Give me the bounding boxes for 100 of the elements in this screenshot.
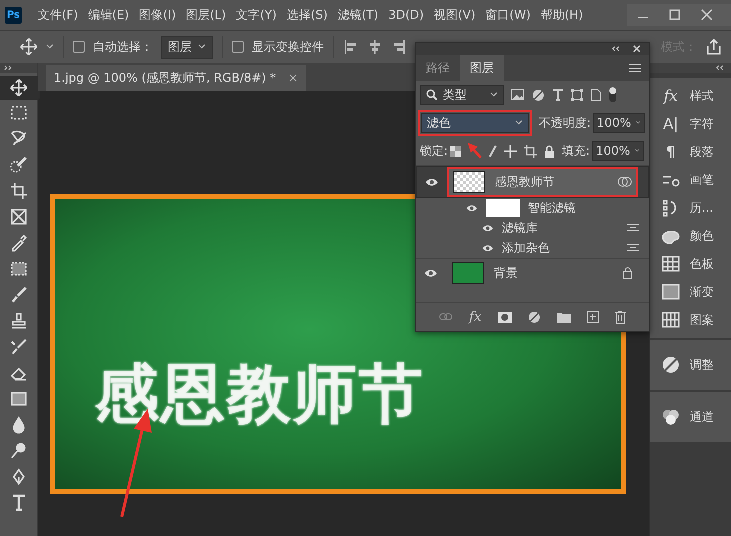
panel-glyph: ¶ (666, 143, 676, 161)
opacity-field[interactable]: 100% (593, 113, 646, 133)
layer-thumbnail (452, 262, 484, 284)
layer-name: 智能滤镜 (528, 200, 577, 216)
panel-button[interactable]: 图案 (650, 306, 731, 334)
caret-icon[interactable] (46, 44, 54, 50)
visibility-icon[interactable] (425, 178, 439, 186)
panel-tab[interactable]: 路径 (416, 55, 460, 81)
align-left-icon[interactable] (343, 39, 359, 55)
move-icon[interactable] (20, 38, 38, 56)
lock-transparency-icon[interactable] (450, 146, 462, 156)
brush-lock-icon[interactable] (489, 144, 498, 158)
caret-icon (636, 120, 642, 126)
align-center-icon[interactable] (367, 39, 383, 55)
menu-item[interactable]: 视图(V) (430, 6, 482, 24)
menu-item[interactable]: 选择(S) (282, 6, 334, 24)
crop-tool-icon (8, 181, 28, 201)
panel-button[interactable]: 画笔 (650, 166, 731, 194)
blending-options-icon[interactable] (627, 244, 639, 252)
share-icon[interactable] (705, 38, 723, 56)
filter-name: 滤镜库 (502, 220, 539, 236)
menu-icon[interactable] (629, 64, 641, 72)
opacity-label: 不透明度: (539, 114, 592, 132)
menu-item[interactable]: 3D(D) (384, 8, 430, 22)
document-tab[interactable]: 1.jpg @ 100% (感恩教师节, RGB/8#) * × (46, 65, 306, 91)
menu-item[interactable]: 编辑(E) (84, 6, 136, 24)
menu-item[interactable]: 帮助(H) (536, 6, 590, 24)
artboard-lock-icon[interactable] (524, 144, 538, 158)
fill-label: 填充: (562, 142, 590, 160)
layer-row[interactable]: 滤镜库 (416, 218, 649, 238)
visibility-icon[interactable] (466, 204, 478, 212)
panel-tab[interactable]: 图层 (460, 55, 504, 81)
menu-item[interactable]: 窗口(W) (482, 6, 537, 24)
panel-button[interactable]: ¶ 段落 (650, 138, 731, 166)
filter-mask-thumbnail (486, 199, 520, 217)
filter-name: 添加杂色 (502, 240, 551, 256)
close-icon[interactable] (633, 45, 641, 53)
panel-button[interactable]: fx 样式 (650, 82, 731, 110)
panel-button[interactable]: A| 字符 (650, 110, 731, 138)
tab-close-button[interactable]: × (288, 71, 298, 85)
swatches-panel-icon (661, 255, 681, 273)
layer-thumbnail (453, 171, 485, 193)
menu-item[interactable]: 文件(F) (34, 6, 84, 24)
align-right-icon[interactable] (391, 39, 407, 55)
panel-button[interactable]: 色板 (650, 250, 731, 278)
filter-dropdown[interactable]: 类型 (420, 85, 504, 105)
smart-filter-icon[interactable] (618, 176, 632, 188)
blend-mode-dropdown[interactable]: 滤色 (421, 113, 529, 133)
smart-object-filter-icon[interactable] (591, 88, 602, 102)
menu-item[interactable]: 图像(I) (135, 6, 182, 24)
fill-field[interactable]: 100% (592, 141, 644, 161)
menu-item[interactable]: 滤镜(T) (334, 6, 385, 24)
checkbox[interactable] (232, 41, 244, 53)
menu-item[interactable]: 文字(Y) (232, 6, 283, 24)
expand-icon[interactable] (4, 65, 14, 71)
shape-filter-icon[interactable] (571, 88, 584, 102)
mask-icon[interactable] (498, 312, 512, 322)
auto-select-label: 自动选择： (93, 38, 153, 56)
frame-tool-icon (8, 207, 28, 227)
toggle-icon[interactable] (609, 87, 617, 103)
new-layer-icon[interactable] (586, 311, 599, 323)
visibility-icon[interactable] (424, 268, 438, 278)
menu-item[interactable]: 图层(L) (182, 6, 232, 24)
checkbox[interactable] (73, 41, 85, 53)
layer-row[interactable]: 背景 (416, 258, 649, 287)
move-lock-icon[interactable] (504, 144, 518, 158)
adjustment-filter-icon[interactable] (532, 88, 545, 102)
collapse-icon[interactable] (715, 65, 725, 71)
chalk-text: 感恩教师节 (95, 356, 425, 434)
annotation-arrow (468, 143, 482, 159)
collapse-icon[interactable] (611, 46, 621, 52)
panel-button[interactable]: 颜色 (650, 222, 731, 250)
layer-row[interactable]: 添加杂色 (416, 238, 649, 258)
tool-button[interactable] (0, 76, 40, 100)
layer-row[interactable]: 感恩教师节 (416, 166, 649, 198)
blending-options-icon[interactable] (627, 224, 639, 232)
folder-icon[interactable] (556, 312, 571, 322)
pattern-panel-icon (661, 311, 681, 329)
show-transform-label: 显示变换控件 (252, 38, 324, 56)
adjustment-layer-icon[interactable] (528, 310, 541, 324)
maximize-icon[interactable] (669, 9, 681, 21)
gradient-panel-icon (661, 283, 681, 301)
target-dropdown[interactable]: 图层 (161, 36, 213, 58)
panel-button[interactable]: 历... (650, 194, 731, 222)
caret-icon (198, 44, 206, 50)
lock-icon[interactable] (544, 144, 556, 158)
search-icon (426, 89, 438, 101)
layer-name: 感恩教师节 (495, 174, 556, 190)
type-filter-icon[interactable] (552, 89, 564, 101)
close-icon[interactable] (701, 9, 713, 21)
app-logo[interactable]: Ps (5, 6, 22, 24)
adjustments-panel-icon (661, 355, 681, 375)
caret-icon (515, 120, 523, 126)
layer-style-button[interactable]: fx (469, 310, 482, 324)
trash-icon[interactable] (614, 310, 626, 324)
visibility-icon[interactable] (482, 244, 494, 252)
layer-row[interactable]: 智能滤镜 (416, 198, 649, 218)
image-filter-icon[interactable] (511, 89, 525, 101)
visibility-icon[interactable] (482, 224, 494, 232)
panel-button[interactable]: 渐变 (650, 278, 731, 306)
